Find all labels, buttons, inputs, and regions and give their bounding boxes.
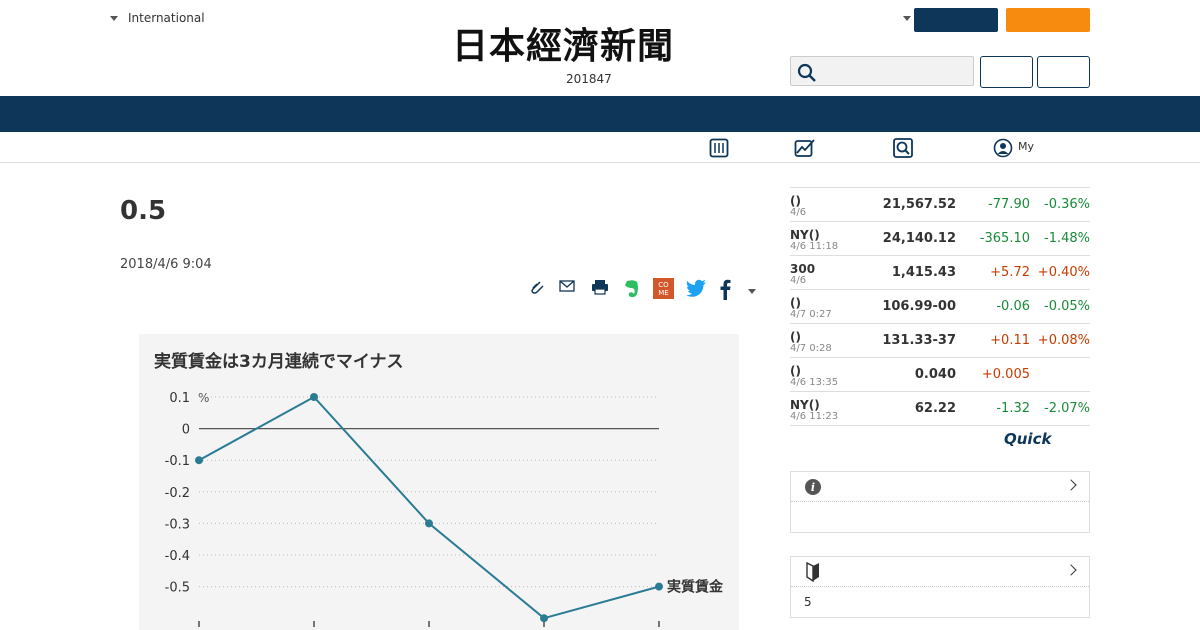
clip-icon[interactable] xyxy=(528,278,546,296)
market-change-pct: +0.08% xyxy=(1037,333,1090,348)
info-box[interactable]: i xyxy=(790,471,1090,533)
my-label[interactable]: My xyxy=(1018,140,1034,153)
login-button[interactable] xyxy=(980,56,1033,88)
market-row[interactable]: () 4/6 13:35 0.040 +0.005 xyxy=(790,358,1090,392)
y-tick-label: -0.5 xyxy=(165,581,190,596)
market-name: NY() xyxy=(790,398,820,412)
market-change-pct: -1.48% xyxy=(1044,231,1090,246)
data-point xyxy=(540,614,548,623)
market-change: +0.11 xyxy=(990,333,1030,348)
main-nav-bar xyxy=(0,96,1200,132)
market-time: 4/7 0:27 xyxy=(790,309,832,320)
facebook-icon[interactable] xyxy=(718,278,732,300)
register-button[interactable] xyxy=(1037,56,1090,88)
user-icon[interactable] xyxy=(993,138,1013,158)
mail-icon[interactable] xyxy=(558,278,576,296)
market-row[interactable]: () 4/7 0:28 131.33-37 +0.11 +0.08% xyxy=(790,324,1090,358)
market-name: () xyxy=(790,296,801,310)
svg-text:CO: CO xyxy=(658,281,669,289)
market-row[interactable]: () 4/7 0:27 106.99-00 -0.06 -0.05% xyxy=(790,290,1090,324)
market-name: () xyxy=(790,194,801,208)
market-value: 24,140.12 xyxy=(882,231,956,246)
article-headline: 0.5 xyxy=(120,196,167,226)
edition-number: 201847 xyxy=(566,72,612,86)
chevron-down-icon[interactable] xyxy=(903,16,911,21)
series-label: 実質賃金 xyxy=(667,579,724,596)
svg-text:i: i xyxy=(811,481,815,494)
data-point xyxy=(195,456,203,465)
beginner-text: 5 xyxy=(804,595,812,609)
chevron-right-icon xyxy=(1065,479,1077,491)
svg-text:ME: ME xyxy=(658,289,668,297)
region-label: International xyxy=(128,11,205,25)
twitter-icon[interactable] xyxy=(685,278,707,298)
market-value: 0.040 xyxy=(914,367,956,382)
market-value: 21,567.52 xyxy=(882,197,956,212)
market-name: () xyxy=(790,364,801,378)
newspaper-icon[interactable] xyxy=(709,138,729,158)
market-time: 4/7 0:28 xyxy=(790,343,832,354)
chart-y-unit: % xyxy=(198,391,209,405)
market-change-pct: -0.36% xyxy=(1044,197,1090,212)
market-row[interactable]: () 4/6 21,567.52 -77.90 -0.36% xyxy=(790,188,1090,222)
print-icon[interactable] xyxy=(590,278,610,296)
market-name: () xyxy=(790,330,801,344)
beginner-mark-icon xyxy=(806,562,819,582)
chevron-right-icon xyxy=(1065,564,1077,576)
y-tick-label: -0.4 xyxy=(165,549,190,564)
market-change-pct: -2.07% xyxy=(1044,401,1090,416)
y-tick-label: -0.3 xyxy=(165,517,190,532)
market-change: -1.32 xyxy=(996,401,1030,416)
search-input[interactable] xyxy=(790,56,974,86)
data-point xyxy=(310,393,318,401)
market-time: 4/6 11:23 xyxy=(790,411,839,422)
market-value: 1,415.43 xyxy=(891,265,956,280)
market-table: () 4/6 21,567.52 -77.90 -0.36% NY() 4/6 11:18 2… xyxy=(790,187,1090,426)
search-icon[interactable] xyxy=(893,138,913,158)
y-tick-label: 0.1 xyxy=(169,391,190,406)
comment-icon[interactable]: CO ME xyxy=(653,278,674,299)
market-name: NY() xyxy=(790,228,820,242)
quick-logo[interactable]: Quick xyxy=(1004,430,1051,448)
market-name: 300 xyxy=(790,262,816,276)
beginner-box[interactable]: 5 xyxy=(790,556,1090,618)
subscribe-button[interactable] xyxy=(914,8,998,32)
site-logo[interactable]: 日本經濟新聞 xyxy=(452,28,674,64)
market-chart-icon[interactable] xyxy=(794,138,816,158)
chart-title: 実質賃金は3カ月連続でマイナス xyxy=(154,351,404,372)
y-tick-label: -0.1 xyxy=(165,454,190,469)
market-time: 4/6 13:35 xyxy=(790,377,839,388)
chart-container: 実質賃金は3カ月連続でマイナス % 0.1 0 -0.1 -0.2 -0.3 -0.4 -0… xyxy=(139,334,739,630)
market-change: -0.06 xyxy=(996,299,1030,314)
market-change: +0.005 xyxy=(981,367,1030,382)
market-row[interactable]: NY() 4/6 11:18 24,140.12 -365.10 -1.48% xyxy=(790,222,1090,256)
y-tick-label: 0 xyxy=(182,423,190,438)
y-tick-label: -0.2 xyxy=(165,486,190,501)
data-point xyxy=(655,582,663,591)
market-row[interactable]: NY() 4/6 11:23 62.22 -1.32 -2.07% xyxy=(790,392,1090,426)
chevron-down-icon[interactable] xyxy=(748,289,756,294)
trial-button[interactable] xyxy=(1006,8,1090,32)
line-chart: 実質賃金は3カ月連続でマイナス % 0.1 0 -0.1 -0.2 -0.3 -0.4 -0… xyxy=(154,351,724,627)
evernote-icon[interactable] xyxy=(622,278,642,300)
region-selector[interactable]: International xyxy=(110,11,205,25)
market-change: +5.72 xyxy=(990,265,1030,280)
search-icon xyxy=(797,63,816,82)
info-icon: i xyxy=(805,479,821,495)
article-date: 2018/4/6 9:04 xyxy=(120,257,212,272)
market-time: 4/6 xyxy=(790,207,807,218)
market-value: 62.22 xyxy=(914,401,956,416)
market-change-pct: +0.40% xyxy=(1037,265,1090,280)
market-change: -77.90 xyxy=(988,197,1030,212)
chevron-down-icon xyxy=(110,15,118,21)
market-value: 106.99-00 xyxy=(882,299,956,314)
market-time: 4/6 xyxy=(790,275,807,286)
market-change: -365.10 xyxy=(979,231,1030,246)
market-time: 4/6 11:18 xyxy=(790,241,839,252)
series-line xyxy=(198,395,660,620)
market-row[interactable]: 300 4/6 1,415.43 +5.72 +0.40% xyxy=(790,256,1090,290)
market-change-pct: -0.05% xyxy=(1044,299,1090,314)
data-point xyxy=(425,519,433,528)
market-value: 131.33-37 xyxy=(882,333,956,348)
